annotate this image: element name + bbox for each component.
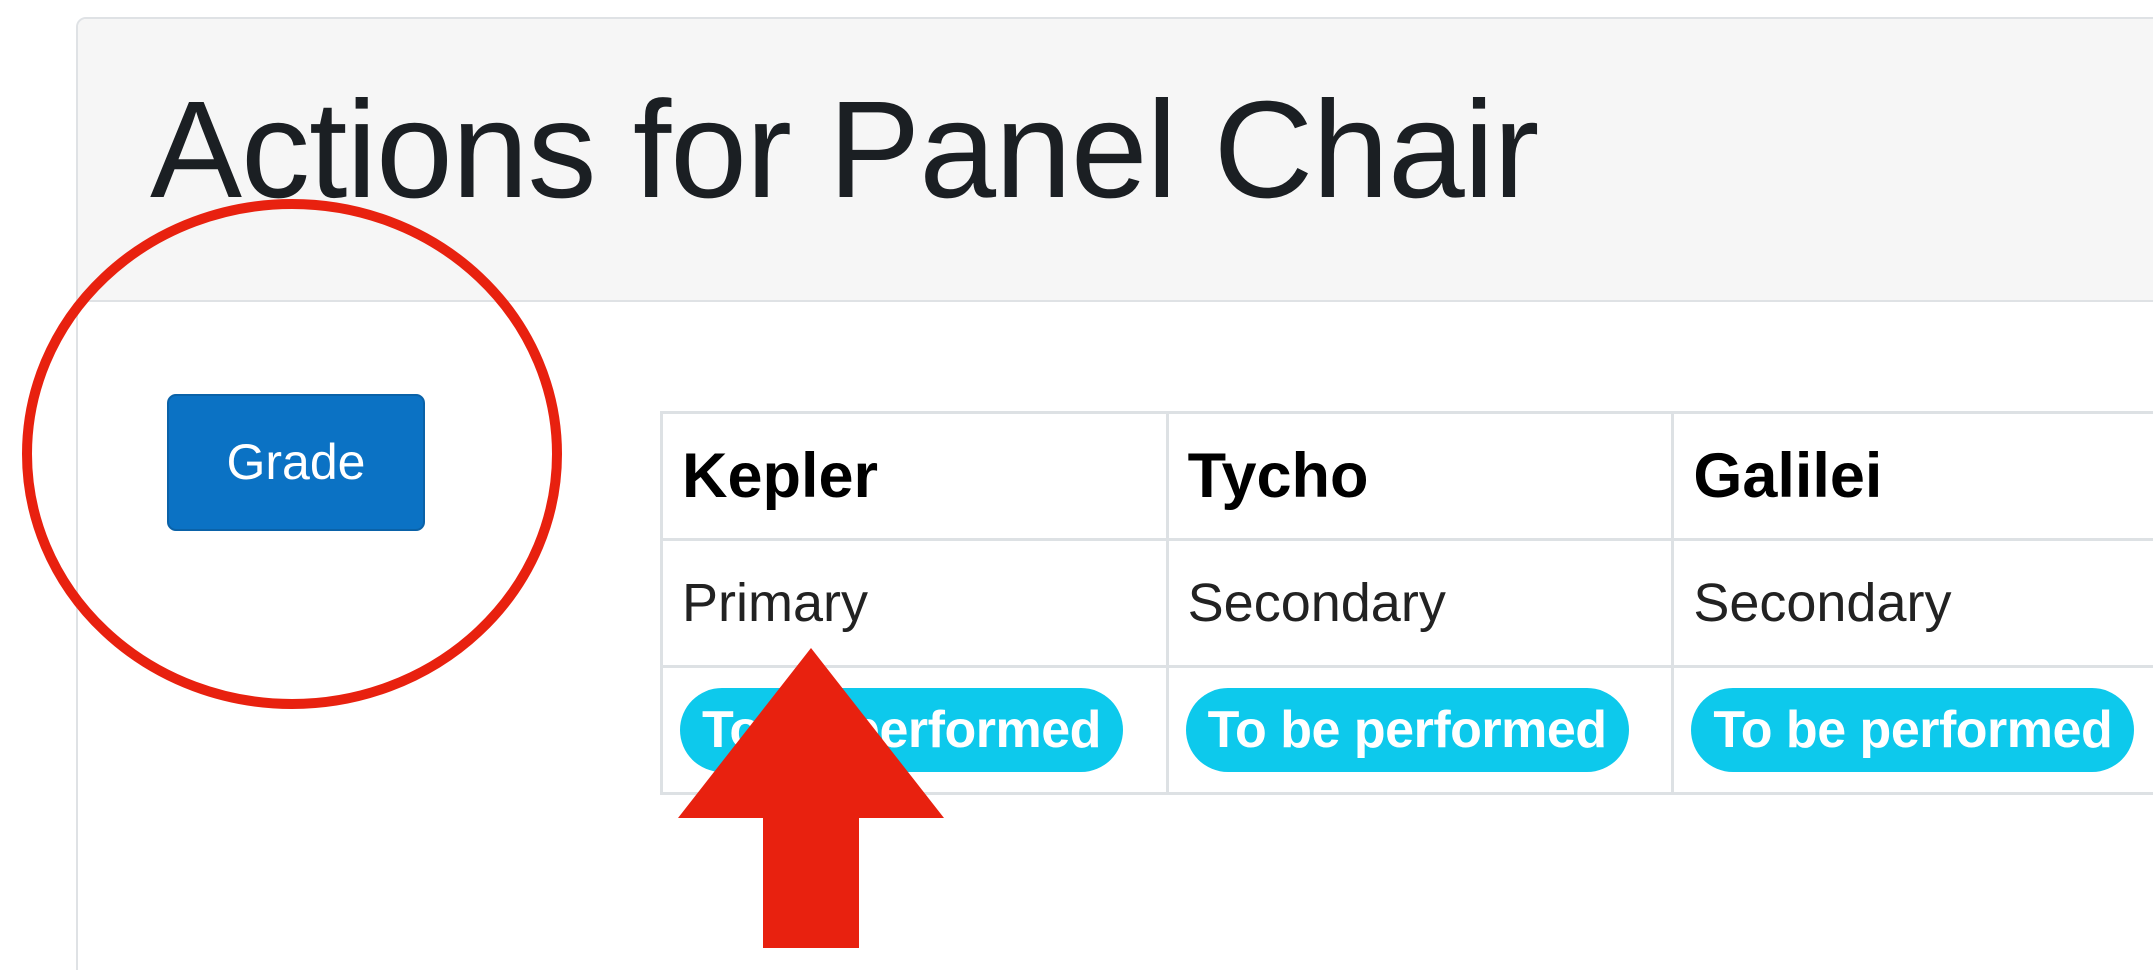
- member-status-cell: To be performed: [660, 665, 1169, 795]
- member-status-cell: To be performed: [1671, 665, 2153, 795]
- table-row-roles: Primary Secondary Secondary: [660, 538, 2153, 668]
- table-row-status: To be performed To be performed To be pe…: [660, 665, 2153, 795]
- status-badge: To be performed: [1691, 688, 2135, 772]
- member-name-cell: Galilei: [1671, 411, 2153, 541]
- page-title: Actions for Panel Chair: [150, 73, 1539, 227]
- table-row-names: Kepler Tycho Galilei: [660, 411, 2153, 541]
- member-role-cell: Primary: [660, 538, 1169, 668]
- grade-button[interactable]: Grade: [167, 394, 425, 531]
- member-role-cell: Secondary: [1671, 538, 2153, 668]
- member-name-cell: Kepler: [660, 411, 1169, 541]
- status-badge: To be performed: [1185, 688, 1629, 772]
- status-badge: To be performed: [680, 688, 1123, 772]
- member-role-cell: Secondary: [1165, 538, 1675, 668]
- member-status-cell: To be performed: [1165, 665, 1675, 795]
- card-header: Actions for Panel Chair: [78, 19, 2153, 302]
- panel-members-table: Kepler Tycho Galilei Primary Secondary S…: [660, 411, 2153, 795]
- page: Actions for Panel Chair Grade Kepler Tyc…: [0, 0, 2153, 970]
- member-name-cell: Tycho: [1165, 411, 1675, 541]
